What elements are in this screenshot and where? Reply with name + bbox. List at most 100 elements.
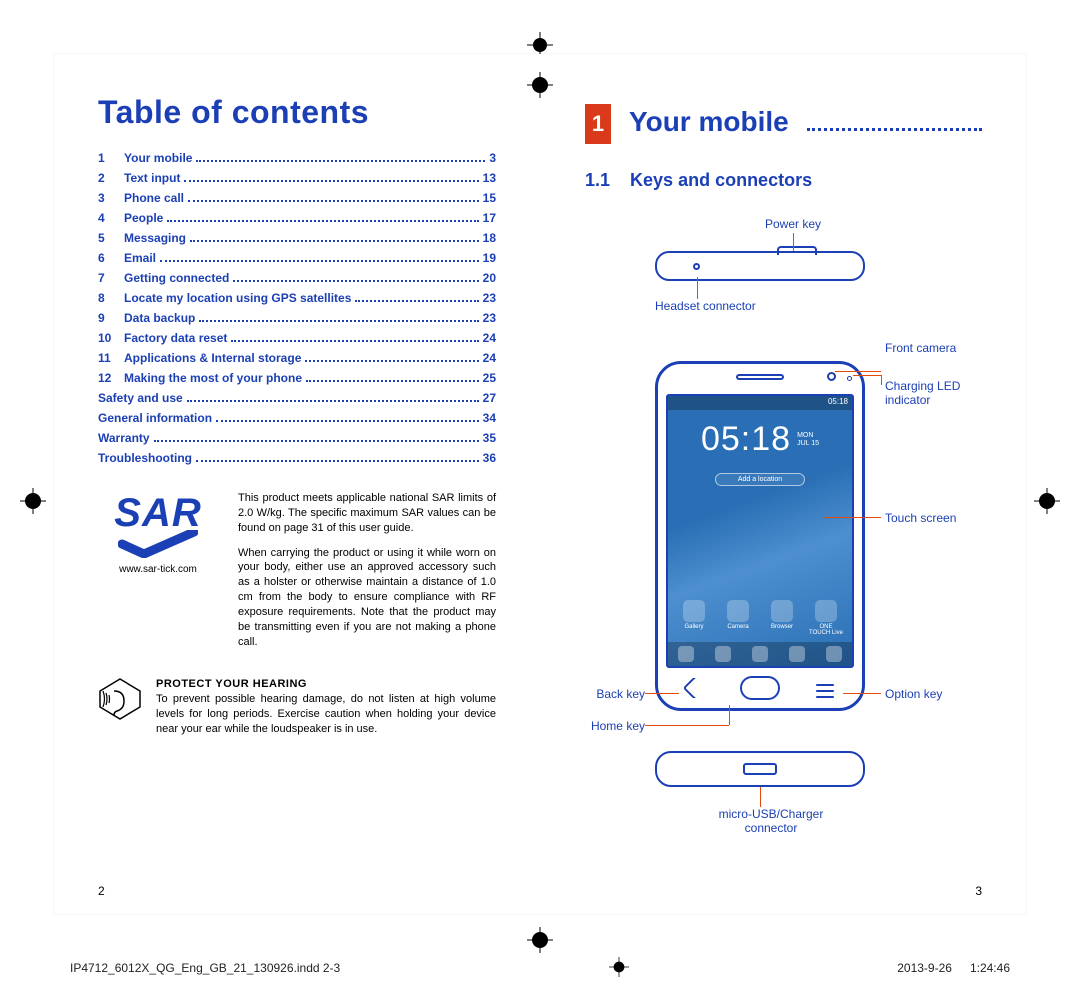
front-camera-icon <box>827 372 836 381</box>
app-label: Gallery <box>677 624 711 630</box>
label-power-key: Power key <box>765 217 821 231</box>
toc-entry-label: Messaging <box>124 229 186 247</box>
toc-entry-page: 17 <box>483 209 496 227</box>
toc-entry-page: 18 <box>483 229 496 247</box>
toc-entry-leader <box>154 440 479 442</box>
toc-entry: 2Text input13 <box>98 169 496 187</box>
phone-diagram: Power key Headset connector 05:18 05:18 … <box>585 211 982 851</box>
registration-mark-gutter-bottom <box>527 927 553 953</box>
dock-icon <box>789 646 805 662</box>
toc-entry-label: Email <box>124 249 156 267</box>
label-front-camera: Front camera <box>885 341 956 355</box>
earpiece-icon <box>736 374 784 380</box>
registration-mark-footer <box>609 957 629 977</box>
print-slug-file: IP4712_6012X_QG_Eng_GB_21_130926.indd 2-… <box>70 961 340 975</box>
app-icon <box>683 600 705 622</box>
toc-entry: 3Phone call15 <box>98 189 496 207</box>
charging-led-icon <box>847 376 852 381</box>
toc-entry-leader <box>190 240 479 242</box>
toc-entry-number: 2 <box>98 169 124 187</box>
toc-entry-label: Making the most of your phone <box>124 369 302 387</box>
toc-entry: 1Your mobile3 <box>98 149 496 167</box>
section-title: Keys and connectors <box>630 170 812 191</box>
toc-entry-label: Safety and use <box>98 389 183 407</box>
app-label: Browser <box>765 624 799 630</box>
toc-entry: General information34 <box>98 409 496 427</box>
dock <box>668 642 852 666</box>
clock-widget: 05:18 MON JUL 15 <box>668 420 852 459</box>
toc-entry-leader <box>231 340 478 342</box>
section-heading: 1.1 Keys and connectors <box>585 170 982 191</box>
dock-icon <box>752 646 768 662</box>
toc-entry-page: 13 <box>483 169 496 187</box>
toc-entry-leader <box>184 180 478 182</box>
toc-entry-number: 8 <box>98 289 124 307</box>
sar-block: SAR www.sar-tick.com This product meets … <box>98 491 496 659</box>
toc-entry-label: Factory data reset <box>124 329 227 347</box>
toc-entry-leader <box>196 160 485 162</box>
status-time: 05:18 <box>828 397 848 406</box>
toc-entry: 7Getting connected20 <box>98 269 496 287</box>
toc-entry-leader <box>188 200 479 202</box>
dock-icon <box>678 646 694 662</box>
toc-entry: 10Factory data reset24 <box>98 329 496 347</box>
toc-entry-number: 12 <box>98 369 124 387</box>
toc-entry: 11Applications & Internal storage24 <box>98 349 496 367</box>
lead-charging-led-v <box>881 375 882 385</box>
label-usb: micro-USB/Charger connector <box>701 807 841 836</box>
sar-logo: SAR www.sar-tick.com <box>98 491 218 659</box>
toc-entry: 6Email19 <box>98 249 496 267</box>
registration-mark-right <box>1034 488 1060 514</box>
section-number: 1.1 <box>585 170 610 191</box>
app-shortcut-row: GalleryCameraBrowserONE TOUCH Live <box>672 600 848 636</box>
lead-option-key <box>843 693 881 694</box>
toc-entry-label: Troubleshooting <box>98 449 192 467</box>
hearing-body: To prevent possible hearing damage, do n… <box>156 693 496 735</box>
phone-top-view <box>655 251 865 281</box>
app-icon <box>815 600 837 622</box>
toc-entry-number: 3 <box>98 189 124 207</box>
label-touch-screen: Touch screen <box>885 511 956 525</box>
toc-entry-page: 25 <box>483 369 496 387</box>
toc-entry-label: General information <box>98 409 212 427</box>
toc-entry-label: Locate my location using GPS satellites <box>124 289 351 307</box>
toc-title: Table of contents <box>98 94 496 131</box>
status-bar: 05:18 <box>668 396 852 410</box>
app-icon <box>771 600 793 622</box>
app-icon <box>727 600 749 622</box>
registration-mark-gutter-top <box>527 72 553 98</box>
lead-usb <box>760 787 761 807</box>
home-key-icon <box>740 676 780 700</box>
toc-list: 1Your mobile32Text input133Phone call154… <box>98 149 496 467</box>
registration-mark-left <box>20 488 46 514</box>
app-shortcut: Browser <box>765 600 799 636</box>
lead-headset <box>697 277 698 299</box>
toc-entry: Troubleshooting36 <box>98 449 496 467</box>
toc-entry: 8Locate my location using GPS satellites… <box>98 289 496 307</box>
clock-date: MON JUL 15 <box>797 432 819 447</box>
toc-entry-leader <box>160 260 479 262</box>
lead-home-key-h <box>645 725 729 726</box>
toc-entry-page: 35 <box>483 429 496 447</box>
lead-power-key <box>793 233 794 251</box>
toc-entry-leader <box>167 220 478 222</box>
toc-entry-label: Your mobile <box>124 149 192 167</box>
toc-entry-leader <box>187 400 479 402</box>
page-left: Table of contents 1Your mobile3 2Text inp… <box>54 54 540 914</box>
print-slug: IP4712_6012X_QG_Eng_GB_21_130926.indd 2-… <box>54 957 1026 979</box>
toc-entry-leader <box>355 300 478 302</box>
hearing-block: PROTECT YOUR HEARING To prevent possible… <box>98 677 496 736</box>
toc-entry-page: 23 <box>483 289 496 307</box>
chapter-heading: 1 Your mobile <box>585 104 982 144</box>
print-slug-date: 2013-9-26 <box>897 961 952 975</box>
toc-entry: 12Making the most of your phone 25 <box>98 369 496 387</box>
dock-icon <box>826 646 842 662</box>
label-home-key: Home key <box>585 719 645 733</box>
sar-url: www.sar-tick.com <box>98 564 218 575</box>
lead-touch-screen <box>823 517 881 518</box>
label-charging-led: Charging LED indicator <box>885 379 975 408</box>
chapter-title: Your mobile <box>629 106 789 138</box>
lead-charging-led-h <box>853 375 881 376</box>
phone-bottom-view <box>655 751 865 787</box>
toc-entry-page: 24 <box>483 329 496 347</box>
